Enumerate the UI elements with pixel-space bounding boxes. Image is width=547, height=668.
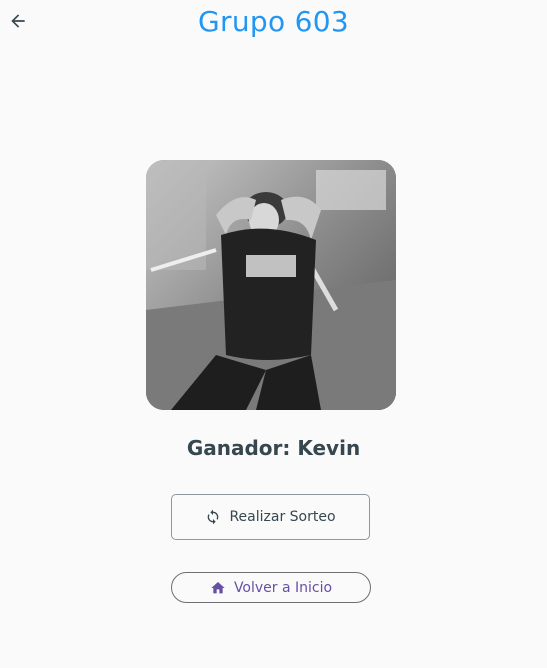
winner-text: Ganador: Kevin [186,436,361,460]
app-screen: Grupo 603 Ganador: Kevin Realizar Sorteo… [0,0,547,668]
draw-button-label: Realizar Sorteo [229,509,336,525]
home-button[interactable]: Volver a Inicio [171,572,371,603]
page-title: Grupo 603 [198,5,349,38]
home-button-label: Volver a Inicio [233,579,333,596]
winner-photo [146,160,396,410]
refresh-icon [205,509,221,525]
home-icon [210,580,226,596]
draw-button[interactable]: Realizar Sorteo [171,494,370,540]
